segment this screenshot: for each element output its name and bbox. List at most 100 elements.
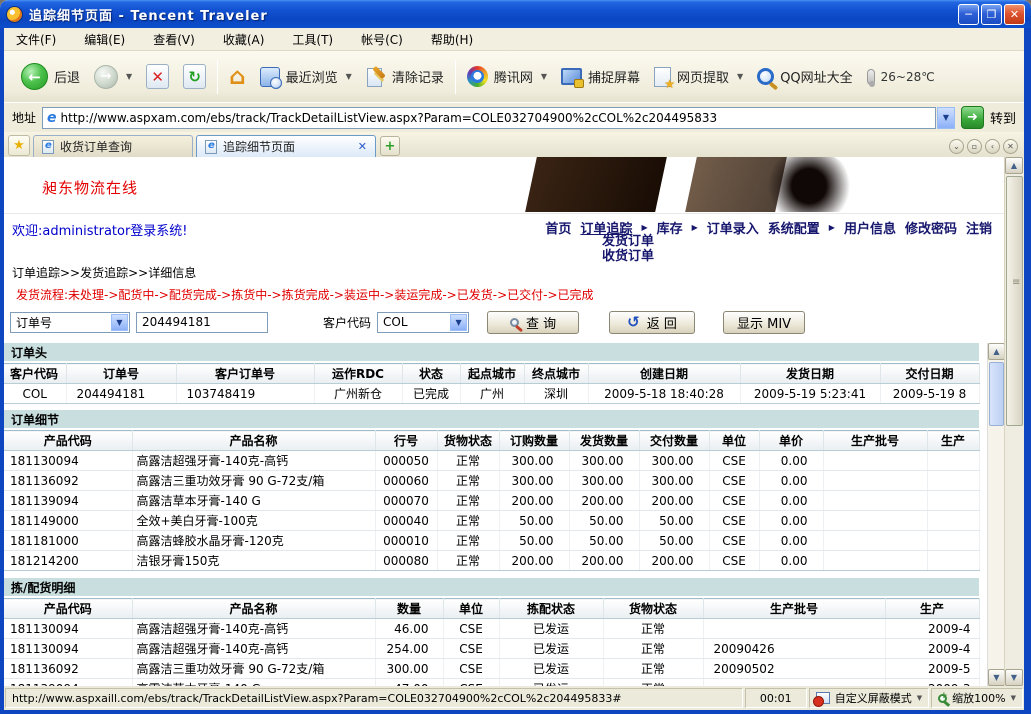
return-button[interactable]: ↺ 返 回 xyxy=(609,311,695,334)
order-number-input[interactable] xyxy=(136,312,268,333)
order-field-value: 订单号 xyxy=(16,314,52,331)
nav-item-5[interactable]: 用户信息 xyxy=(844,218,896,237)
cell: 正常 xyxy=(603,679,703,687)
close-icon[interactable]: ✕ xyxy=(1003,139,1018,154)
search-form: 订单号 ▼ 客户代码 COL ▼ 查 询 ↺ 返 回 显示 MIV xyxy=(10,310,1004,334)
capture-screen-button[interactable]: 捕捉屏幕 xyxy=(554,57,647,97)
stop-button[interactable]: ✕ xyxy=(139,57,176,97)
qq-sites-button[interactable]: QQ网址大全 xyxy=(750,57,859,97)
scroll-up-icon[interactable]: ▲ xyxy=(1005,157,1023,174)
tab-1[interactable]: 追踪细节页面✕ xyxy=(196,135,376,157)
table-row[interactable]: 181149000全效+美白牙膏-100克000040正常50.0050.005… xyxy=(4,511,979,531)
site-banner: 昶东物流在线 xyxy=(4,157,1004,214)
cell xyxy=(927,451,979,471)
scrollbar-thumb[interactable] xyxy=(1006,176,1023,426)
nav-submenu-item-1[interactable]: 收货订单 xyxy=(602,249,654,264)
cell: 300.00 xyxy=(569,471,639,491)
scroll-down-icon[interactable]: ▼ xyxy=(1005,669,1023,686)
clear-label: 清除记录 xyxy=(392,67,444,86)
cell: 高露洁蜂胶水晶牙膏-120克 xyxy=(132,531,375,551)
menu-item-1[interactable]: 编辑(E) xyxy=(84,31,125,48)
menu-item-2[interactable]: 查看(V) xyxy=(153,31,195,48)
table-row[interactable]: 181139094高露洁草本牙膏-140 G000070正常200.00200.… xyxy=(4,491,979,511)
order-header-section-title: 订单头 xyxy=(4,343,979,361)
customer-code-value: COL xyxy=(383,315,408,329)
menu-item-0[interactable]: 文件(F) xyxy=(16,31,56,48)
menu-item-6[interactable]: 帮助(H) xyxy=(431,31,473,48)
nav-item-3[interactable]: 订单录入 xyxy=(707,218,759,237)
table-row[interactable]: 181136092高露洁三重功效牙膏 90 G-72支/箱000060正常300… xyxy=(4,471,979,491)
column-header: 单位 xyxy=(709,431,759,451)
nav-arrow-icon: ▶ xyxy=(829,223,835,232)
nav-item-4[interactable]: 系统配置 xyxy=(768,218,820,237)
new-tab-button[interactable]: + xyxy=(380,136,400,156)
menu-item-5[interactable]: 帐号(C) xyxy=(361,31,403,48)
column-header: 货物状态 xyxy=(603,599,703,619)
cell: 已发运 xyxy=(499,639,603,659)
column-header: 单位 xyxy=(443,599,499,619)
table-row[interactable]: 181130094高露洁超强牙膏-140克-高钙254.00CSE已发运正常20… xyxy=(4,639,979,659)
nav-item-2[interactable]: 库存 xyxy=(657,218,683,237)
go-button[interactable]: ➜ xyxy=(961,106,984,129)
page-extract-button[interactable]: 网页提取 ▼ xyxy=(647,57,750,97)
table-row[interactable]: 181181000高露洁蜂胶水晶牙膏-120克000010正常50.0050.0… xyxy=(4,531,979,551)
close-icon[interactable]: ✕ xyxy=(358,140,367,153)
maximize-button[interactable]: ❐ xyxy=(981,4,1002,25)
back-button[interactable]: ← 后退 xyxy=(14,57,87,97)
scrollbar-thumb[interactable] xyxy=(989,362,1004,426)
cell: 0.00 xyxy=(759,511,823,531)
search-button[interactable]: 查 询 xyxy=(487,311,579,334)
table-row[interactable]: COL204494181103748419广州新仓已完成广州深圳2009-5-1… xyxy=(4,384,979,404)
clear-history-button[interactable]: 清除记录 xyxy=(359,57,451,97)
nav-item-0[interactable]: 首页 xyxy=(545,218,571,237)
nav-submenu-item-0[interactable]: 发货订单 xyxy=(602,234,654,249)
tencent-site-button[interactable]: 腾讯网 ▼ xyxy=(460,57,554,97)
order-detail-table: 产品代码产品名称行号货物状态订购数量发货数量交付数量单位单价生产批号生产1811… xyxy=(4,430,980,571)
scroll-down-icon[interactable]: ▼ xyxy=(988,669,1004,686)
cell: 0.00 xyxy=(759,451,823,471)
content-scrollbar[interactable]: ▲ ▼ xyxy=(987,343,1004,686)
scroll-up-icon[interactable]: ▲ xyxy=(988,343,1004,360)
app-logo-icon xyxy=(6,6,23,23)
favorites-star-icon[interactable]: ★ xyxy=(8,135,30,156)
weather-widget[interactable]: 26~28℃ xyxy=(860,57,942,97)
address-dropdown-button[interactable]: ▼ xyxy=(937,107,955,129)
cell: 广州新仓 xyxy=(314,384,402,404)
site-brand: 昶东物流在线 xyxy=(42,177,138,198)
cell xyxy=(823,471,927,491)
home-button[interactable]: ⌂ xyxy=(222,57,252,97)
nav-item-7[interactable]: 注销 xyxy=(966,218,992,237)
cell: 50.00 xyxy=(569,511,639,531)
recent-browse-button[interactable]: 最近浏览 ▼ xyxy=(253,57,359,97)
address-input[interactable]: e http://www.aspxam.com/ebs/track/TrackD… xyxy=(42,107,936,129)
menu-item-4[interactable]: 工具(T) xyxy=(292,31,333,48)
zoom-control[interactable]: 缩放100% ▼ xyxy=(931,688,1023,708)
tab-0[interactable]: 收货订单查询 xyxy=(33,135,193,157)
welcome-bar: 欢迎:administrator登录系统! 首页订单追踪▶库存▶订单录入系统配置… xyxy=(4,214,1004,264)
table-row[interactable]: 181136092高露洁三重功效牙膏 90 G-72支/箱300.00CSE已发… xyxy=(4,659,979,679)
chevron-double-down-icon[interactable]: ⌄ xyxy=(949,139,964,154)
cell xyxy=(927,491,979,511)
minimize-button[interactable]: ─ xyxy=(958,4,979,25)
cell: 正常 xyxy=(603,639,703,659)
table-row[interactable]: 181130094高露洁超强牙膏-140克-高钙46.00CSE已发运正常200… xyxy=(4,619,979,639)
customer-code-select[interactable]: COL ▼ xyxy=(377,312,469,333)
close-button[interactable]: ✕ xyxy=(1004,4,1025,25)
browser-scrollbar[interactable]: ▲ ▼ xyxy=(1004,157,1024,686)
block-mode-button[interactable]: 自定义屏蔽模式 ▼ xyxy=(809,688,929,708)
back-label: 后退 xyxy=(54,67,80,86)
table-row[interactable]: 181214200洁银牙膏150克000080正常200.00200.00200… xyxy=(4,551,979,571)
nav-item-6[interactable]: 修改密码 xyxy=(905,218,957,237)
tab-label: 收货订单查询 xyxy=(60,138,132,155)
restore-panel-icon[interactable]: ▫ xyxy=(967,139,982,154)
cell: 2009-4 xyxy=(885,639,979,659)
show-miv-button[interactable]: 显示 MIV xyxy=(723,311,805,334)
refresh-button[interactable]: ↻ xyxy=(176,57,213,97)
forward-button[interactable]: → ▼ xyxy=(87,57,139,97)
table-row[interactable]: 181139094高露洁草本牙膏-140 G47.00CSE已发运正常2009-… xyxy=(4,679,979,687)
menu-item-3[interactable]: 收藏(A) xyxy=(223,31,265,48)
left-arrow-icon[interactable]: ‹ xyxy=(985,139,1000,154)
table-row[interactable]: 181130094高露洁超强牙膏-140克-高钙000050正常300.0030… xyxy=(4,451,979,471)
banner-photo xyxy=(491,157,1004,212)
order-field-select[interactable]: 订单号 ▼ xyxy=(10,312,130,333)
